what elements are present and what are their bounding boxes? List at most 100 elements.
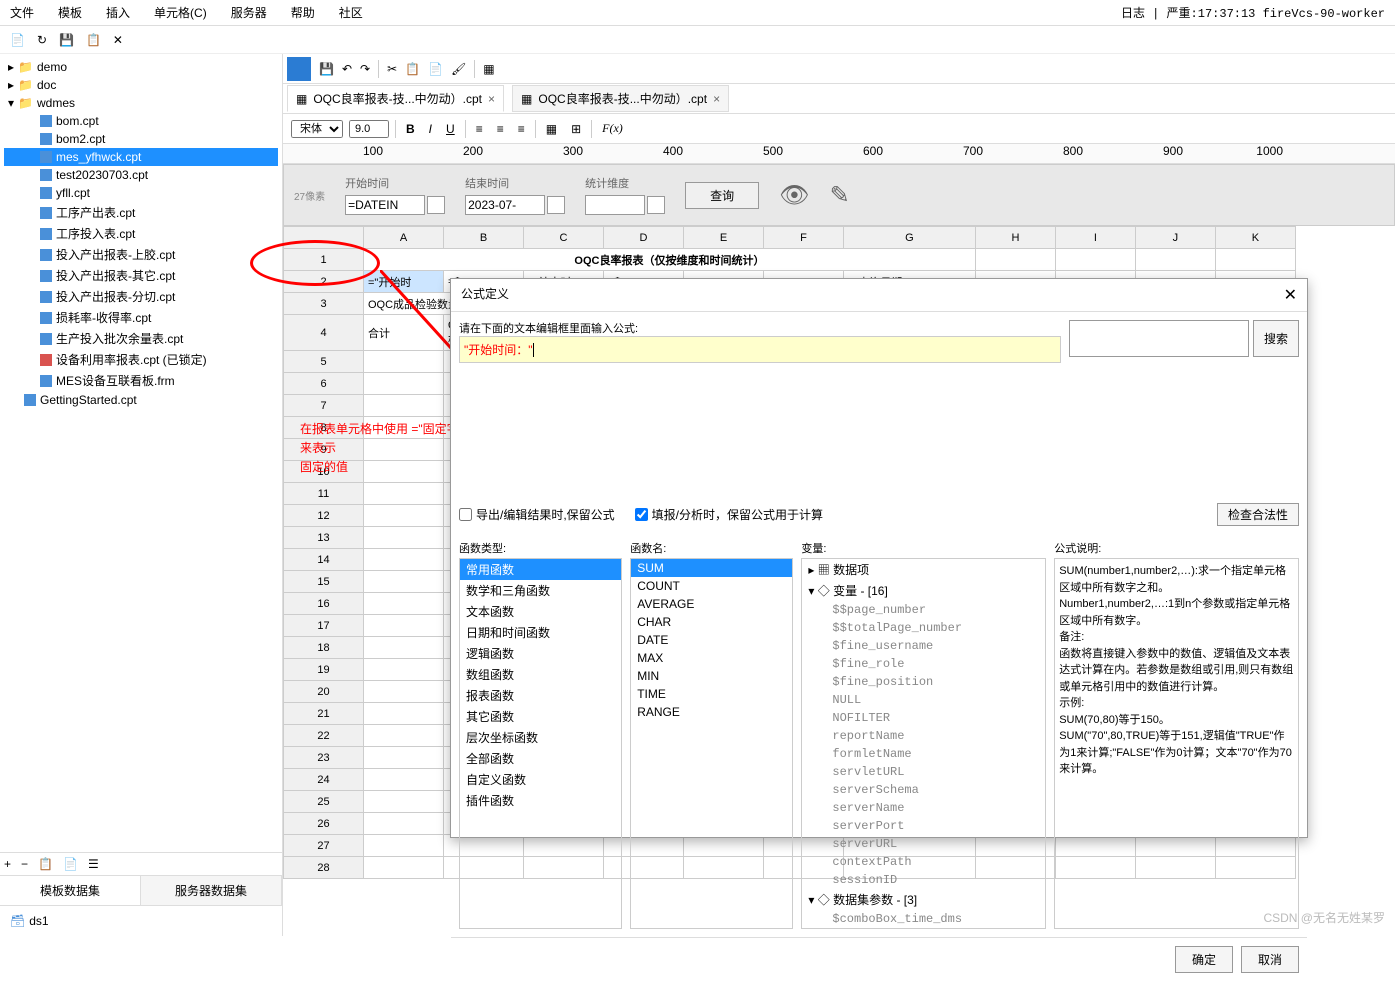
- tree-node[interactable]: ▾ ◇ 数据集参数 - [3]: [802, 889, 1045, 910]
- paste-icon[interactable]: 📄: [63, 857, 78, 871]
- tree-leaf[interactable]: $comboBox_time_dms: [802, 910, 1045, 928]
- folder-wdmes[interactable]: ▾wdmes: [4, 94, 278, 112]
- save-icon[interactable]: 💾: [319, 62, 334, 76]
- tree-leaf[interactable]: contextPath: [802, 853, 1045, 871]
- fx-button[interactable]: F(x): [598, 121, 627, 136]
- tree-leaf[interactable]: serverSchema: [802, 781, 1045, 799]
- border-button[interactable]: ▦: [542, 122, 561, 136]
- end-date-input[interactable]: [465, 195, 545, 215]
- tab-server-dataset[interactable]: 服务器数据集: [141, 876, 282, 905]
- file-item[interactable]: MES设备互联看板.frm: [4, 370, 278, 391]
- font-size-input[interactable]: [349, 120, 389, 138]
- cancel-button[interactable]: 取消: [1241, 946, 1299, 973]
- variable-tree[interactable]: ▸ ▦ 数据项 ▾ ◇ 变量 - [16] $$page_number $$to…: [801, 558, 1046, 929]
- folder-demo[interactable]: ▸demo: [4, 58, 278, 76]
- tab-close-icon[interactable]: ×: [713, 92, 720, 106]
- tree-leaf[interactable]: formletName: [802, 745, 1045, 763]
- tree-leaf[interactable]: NULL: [802, 691, 1045, 709]
- dropdown-icon[interactable]: [647, 196, 665, 214]
- bold-button[interactable]: B: [402, 122, 419, 136]
- list-item[interactable]: SUM: [631, 559, 792, 577]
- redo-icon[interactable]: ↷: [360, 62, 370, 76]
- menu-help[interactable]: 帮助: [291, 4, 315, 21]
- list-item[interactable]: 数学和三角函数: [460, 580, 621, 601]
- align-center-button[interactable]: ≡: [493, 122, 508, 136]
- tree-leaf[interactable]: $$page_number: [802, 601, 1045, 619]
- search-input[interactable]: [1069, 320, 1249, 357]
- menu-cell[interactable]: 单元格(C): [154, 4, 207, 21]
- font-name-select[interactable]: 宋体: [291, 120, 343, 138]
- italic-button[interactable]: I: [425, 122, 436, 136]
- search-button[interactable]: 搜索: [1253, 320, 1299, 357]
- list-item[interactable]: 自定义函数: [460, 769, 621, 790]
- func-type-list[interactable]: 常用函数 数学和三角函数 文本函数 日期和时间函数 逻辑函数 数组函数 报表函数…: [459, 558, 622, 929]
- menu-insert[interactable]: 插入: [106, 4, 130, 21]
- file-item[interactable]: 工序投入表.cpt: [4, 223, 278, 244]
- file-item[interactable]: GettingStarted.cpt: [4, 391, 278, 409]
- list-item[interactable]: 常用函数: [460, 559, 621, 580]
- list-item[interactable]: 文本函数: [460, 601, 621, 622]
- tree-node[interactable]: ▾ ◇ 变量 - [16]: [802, 580, 1045, 601]
- list-item[interactable]: 日期和时间函数: [460, 622, 621, 643]
- doc-tab-active[interactable]: ▦ OQC良率报表-技...中勿动）.cpt ×: [287, 85, 504, 112]
- func-name-list[interactable]: SUM COUNT AVERAGE CHAR DATE MAX MIN TIME…: [630, 558, 793, 929]
- folder-doc[interactable]: ▸doc: [4, 76, 278, 94]
- tree-node[interactable]: ▸ ▦ 数据项: [802, 559, 1045, 580]
- list-item[interactable]: 报表函数: [460, 685, 621, 706]
- query-button[interactable]: 查询: [685, 182, 759, 209]
- list-item[interactable]: DATE: [631, 631, 792, 649]
- tree-leaf[interactable]: sessionID: [802, 871, 1045, 889]
- calendar-icon[interactable]: [427, 196, 445, 214]
- tree-leaf[interactable]: servletURL: [802, 763, 1045, 781]
- new-icon[interactable]: 📄: [10, 33, 25, 47]
- refresh-icon[interactable]: ↻: [37, 33, 47, 47]
- list-item[interactable]: 逻辑函数: [460, 643, 621, 664]
- file-item-selected[interactable]: mes_yfhwck.cpt: [4, 148, 278, 166]
- check-validity-button[interactable]: 检查合法性: [1217, 503, 1299, 526]
- file-item[interactable]: 投入产出报表-分切.cpt: [4, 286, 278, 307]
- save-icon[interactable]: 💾: [59, 33, 74, 47]
- file-item[interactable]: yfll.cpt: [4, 184, 278, 202]
- tree-leaf[interactable]: NOFILTER: [802, 709, 1045, 727]
- menu-community[interactable]: 社区: [339, 4, 363, 21]
- dimension-input[interactable]: [585, 195, 645, 215]
- calendar-icon[interactable]: [547, 196, 565, 214]
- copy-icon[interactable]: 📋: [86, 33, 101, 47]
- list-item[interactable]: 层次坐标函数: [460, 727, 621, 748]
- list-item[interactable]: COUNT: [631, 577, 792, 595]
- align-right-button[interactable]: ≡: [514, 122, 529, 136]
- copy-icon[interactable]: 📋: [38, 857, 53, 871]
- tree-leaf[interactable]: serverPort: [802, 817, 1045, 835]
- list-icon[interactable]: ☰: [88, 857, 99, 871]
- doc-tab[interactable]: ▦ OQC良率报表-技...中勿动）.cpt ×: [512, 85, 729, 112]
- file-item[interactable]: 生产投入批次余量表.cpt: [4, 328, 278, 349]
- dataset-item[interactable]: 🗃ds1: [6, 912, 276, 930]
- start-date-input[interactable]: [345, 195, 425, 215]
- tree-leaf[interactable]: $fine_role: [802, 655, 1045, 673]
- list-item[interactable]: AVERAGE: [631, 595, 792, 613]
- menu-file[interactable]: 文件: [10, 4, 34, 21]
- list-item[interactable]: CHAR: [631, 613, 792, 631]
- cell-a4[interactable]: 合计: [364, 315, 444, 351]
- file-item[interactable]: 投入产出报表-上胶.cpt: [4, 244, 278, 265]
- add-icon[interactable]: +: [4, 857, 11, 871]
- tab-close-icon[interactable]: ×: [488, 92, 495, 106]
- copy-icon[interactable]: 📋: [405, 62, 420, 76]
- opt-fill[interactable]: 填报/分析时，保留公式用于计算: [635, 506, 823, 523]
- underline-button[interactable]: U: [442, 122, 459, 136]
- tab-template-dataset[interactable]: 模板数据集: [0, 876, 141, 905]
- preview-icon[interactable]: ▦: [483, 62, 494, 76]
- list-item[interactable]: 插件函数: [460, 790, 621, 811]
- list-item[interactable]: RANGE: [631, 703, 792, 721]
- file-item[interactable]: bom.cpt: [4, 112, 278, 130]
- cut-icon[interactable]: ✂: [387, 62, 397, 76]
- tree-leaf[interactable]: $fine_username: [802, 637, 1045, 655]
- dialog-close-icon[interactable]: ✕: [1284, 285, 1297, 305]
- file-item[interactable]: 工序产出表.cpt: [4, 202, 278, 223]
- file-item[interactable]: 设备利用率报表.cpt (已锁定): [4, 349, 278, 370]
- menu-template[interactable]: 模板: [58, 4, 82, 21]
- ok-button[interactable]: 确定: [1175, 946, 1233, 973]
- eye-slash-icon[interactable]: 👁: [779, 181, 809, 210]
- list-item[interactable]: 数组函数: [460, 664, 621, 685]
- list-item[interactable]: 全部函数: [460, 748, 621, 769]
